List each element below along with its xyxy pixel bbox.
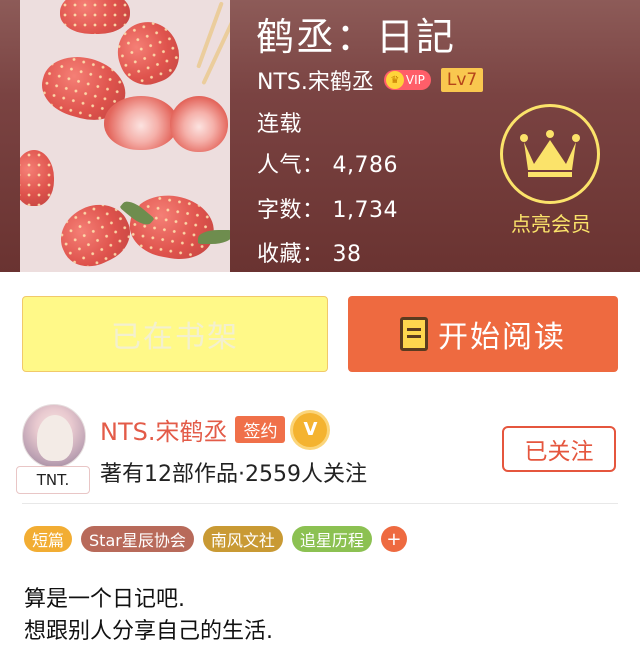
book-header: 鹤丞：日記 NTS.宋鹤丞 ♛ VIP Lv7 连载 人气： 4,786 字数： 1… xyxy=(0,0,640,272)
favorites-label: 收藏： xyxy=(257,242,325,267)
author-stats: 著有12部作品·2559人关注 xyxy=(100,462,367,487)
book-description: 算是一个日记吧. 想跟别人分享自己的生活. xyxy=(24,584,273,648)
tag-star-association[interactable]: Star星辰协会 xyxy=(81,526,194,552)
word-count-value: 1,734 xyxy=(332,198,398,223)
signed-badge: 签约 xyxy=(235,416,286,443)
follow-button[interactable]: 已关注 xyxy=(502,426,616,472)
popularity-value: 4,786 xyxy=(332,153,398,178)
avatar-figure xyxy=(37,415,73,461)
level-badge: Lv7 xyxy=(440,68,484,92)
author-info-row: NTS.宋鹤丞 签约 V xyxy=(100,412,328,447)
vip-badge: ♛ VIP xyxy=(383,70,431,90)
start-reading-button[interactable]: 开始阅读 xyxy=(348,296,618,372)
author-name[interactable]: NTS.宋鹤丞 xyxy=(100,412,227,447)
vip-label: VIP xyxy=(405,73,425,87)
book-author-row: NTS.宋鹤丞 ♛ VIP Lv7 xyxy=(257,64,484,96)
book-cover-image[interactable] xyxy=(20,0,230,272)
favorites-value: 38 xyxy=(332,242,362,267)
description-line: 想跟别人分享自己的生活. xyxy=(24,619,273,644)
crown-icon xyxy=(520,130,580,177)
description-line: 算是一个日记吧. xyxy=(24,587,185,612)
crown-icon: ♛ xyxy=(385,71,404,89)
tag-fan-journey[interactable]: 追星历程 xyxy=(291,526,372,552)
on-shelf-label: 已在书架 xyxy=(111,320,239,355)
word-count-label: 字数： xyxy=(257,198,325,223)
tag-nanfeng-literature[interactable]: 南风文社 xyxy=(202,526,283,552)
tag-short-story[interactable]: 短篇 xyxy=(24,526,73,552)
member-label[interactable]: 点亮会员 xyxy=(496,208,606,237)
on-shelf-button[interactable]: 已在书架 xyxy=(22,296,328,372)
popularity-row: 人气： 4,786 xyxy=(257,147,398,179)
book-author-name[interactable]: NTS.宋鹤丞 xyxy=(257,64,374,96)
avatar-tag: TNT. xyxy=(16,466,90,494)
tag-list: 短篇 Star星辰协会 南风文社 追星历程 + xyxy=(24,526,407,552)
book-icon xyxy=(400,317,428,351)
book-title: 鹤丞：日記 xyxy=(256,15,457,59)
word-count-row: 字数： 1,734 xyxy=(257,192,398,224)
cover-overlay xyxy=(20,0,230,272)
verified-icon: V xyxy=(293,412,328,447)
author-avatar[interactable] xyxy=(22,404,86,468)
start-reading-label: 开始阅读 xyxy=(438,320,566,355)
follow-label: 已关注 xyxy=(524,439,594,465)
book-status: 连载 xyxy=(257,112,303,137)
add-tag-button[interactable]: + xyxy=(380,526,407,552)
divider xyxy=(22,503,618,504)
favorites-row: 收藏： 38 xyxy=(257,236,362,268)
popularity-label: 人气： xyxy=(257,153,325,178)
member-crown-button[interactable] xyxy=(500,104,600,204)
